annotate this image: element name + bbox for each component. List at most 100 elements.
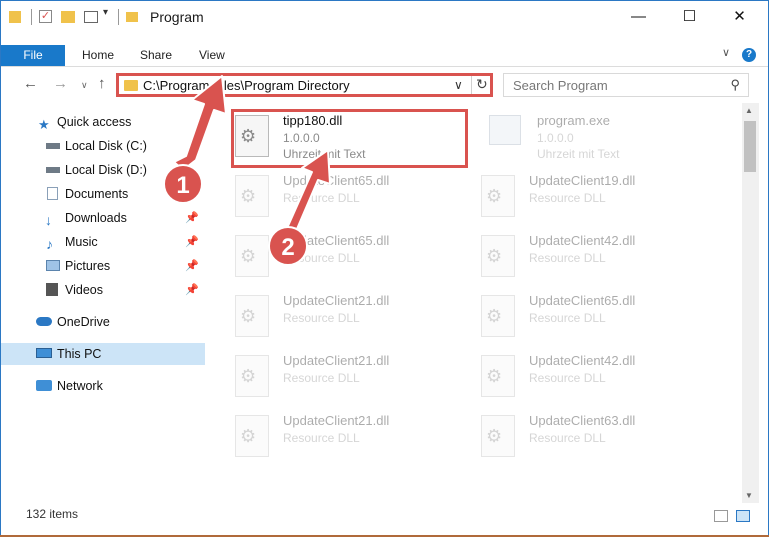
sidebar-item-this-pc[interactable]: This PC bbox=[1, 343, 205, 365]
picture-icon bbox=[46, 260, 60, 271]
file-version: 1.0.0.0 bbox=[283, 131, 320, 145]
file-description: Resource DLL bbox=[529, 431, 606, 445]
navigation-pane: ★ Quick access Local Disk (C:) Local Dis… bbox=[1, 103, 207, 503]
scroll-up-icon[interactable]: ▲ bbox=[745, 106, 753, 115]
file-tile[interactable]: ⚙ UpdateClient19.dll Resource DLL bbox=[481, 173, 721, 231]
tab-file[interactable]: File bbox=[1, 45, 65, 66]
sidebar-item-label: Local Disk (D:) bbox=[65, 163, 147, 177]
file-tile-program-exe[interactable]: program.exe 1.0.0.0 Uhrzeit mit Text bbox=[489, 113, 729, 171]
search-placeholder: Search Program bbox=[513, 78, 608, 93]
address-path[interactable]: C:\Program Files\Program Directory bbox=[143, 78, 350, 93]
new-folder-icon[interactable] bbox=[61, 11, 75, 23]
separator bbox=[118, 9, 119, 25]
dll-file-icon: ⚙ bbox=[235, 175, 269, 217]
properties-icon[interactable]: ✓ bbox=[39, 10, 52, 23]
file-name: UpdateClient65.dll bbox=[529, 293, 636, 308]
scrollbar-thumb[interactable] bbox=[744, 121, 756, 172]
chevron-down-icon[interactable]: ∨ bbox=[454, 78, 463, 92]
file-name: tipp180.dll bbox=[283, 113, 343, 128]
file-tile[interactable]: ⚙ UpdateClient65.dll Resource DLL bbox=[235, 173, 475, 231]
maximize-button[interactable]: ☐ bbox=[667, 1, 712, 32]
tab-view[interactable]: View bbox=[199, 45, 225, 66]
recent-chevron-icon[interactable]: ∨ bbox=[81, 80, 88, 91]
minimize-button[interactable]: — bbox=[616, 1, 661, 32]
sidebar-item-label: OneDrive bbox=[57, 315, 110, 329]
dll-file-icon: ⚙ bbox=[481, 415, 515, 457]
file-tile[interactable]: ⚙ UpdateClient63.dll Resource DLL bbox=[481, 413, 721, 471]
help-icon[interactable]: ? bbox=[742, 48, 756, 62]
sidebar-item-label: Downloads bbox=[65, 211, 127, 225]
file-description: Resource DLL bbox=[529, 251, 606, 265]
file-description: Resource DLL bbox=[283, 431, 360, 445]
file-description: Resource DLL bbox=[529, 371, 606, 385]
file-description: Resource DLL bbox=[283, 191, 360, 205]
sidebar-item-pictures[interactable]: Pictures 📌 bbox=[1, 255, 205, 277]
dll-file-icon: ⚙ bbox=[235, 115, 269, 157]
back-arrow-icon[interactable]: ← bbox=[23, 75, 38, 92]
star-icon: ★ bbox=[38, 117, 50, 132]
file-tile[interactable]: ⚙ UpdateClient65.dll Resource DLL bbox=[481, 293, 721, 351]
file-tile[interactable]: ⚙ UpdateClient21.dll Resource DLL bbox=[235, 293, 475, 351]
tiles-view-icon[interactable] bbox=[736, 510, 750, 522]
up-arrow-icon[interactable]: ↑ bbox=[98, 75, 106, 92]
details-view-icon[interactable] bbox=[714, 510, 728, 522]
sidebar-item-label: Quick access bbox=[57, 115, 132, 129]
sidebar-item-label: This PC bbox=[57, 347, 102, 361]
network-icon bbox=[36, 380, 52, 391]
dll-file-icon: ⚙ bbox=[481, 235, 515, 277]
pin-icon[interactable]: 📌 bbox=[185, 279, 199, 301]
expand-ribbon-icon[interactable]: ∨ bbox=[722, 46, 730, 59]
file-name: UpdateClient42.dll bbox=[529, 233, 636, 248]
file-tile-tipp180-dll[interactable]: ⚙ tipp180.dll 1.0.0.0 Uhrzeit mit Text bbox=[235, 113, 475, 171]
explorer-window: ✓ ▾ Program — ☐ ✕ File Home Share View ∨… bbox=[0, 0, 769, 537]
dll-file-icon: ⚙ bbox=[235, 415, 269, 457]
download-icon: ↓ bbox=[45, 212, 52, 228]
dll-file-icon: ⚙ bbox=[235, 355, 269, 397]
chevron-down-icon[interactable]: ▾ bbox=[103, 7, 108, 23]
sidebar-item-network[interactable]: Network bbox=[1, 375, 205, 397]
cloud-icon bbox=[36, 317, 52, 326]
tab-home[interactable]: Home bbox=[82, 45, 114, 66]
file-tile[interactable]: ⚙ UpdateClient42.dll Resource DLL bbox=[481, 353, 721, 411]
sidebar-item-label: Local Disk (C:) bbox=[65, 139, 147, 153]
scroll-down-icon[interactable]: ▼ bbox=[745, 491, 753, 500]
search-input[interactable]: Search Program ⚲ bbox=[503, 73, 749, 97]
folder-icon bbox=[126, 12, 138, 22]
film-icon bbox=[46, 283, 58, 296]
dll-file-icon: ⚙ bbox=[481, 295, 515, 337]
pin-icon[interactable]: 📌 bbox=[185, 231, 199, 253]
address-bar[interactable]: C:\Program Files\Program Directory ∨ ↻ bbox=[116, 73, 493, 97]
dll-file-icon: ⚙ bbox=[235, 295, 269, 337]
folder-icon bbox=[9, 11, 21, 23]
sidebar-item-label: Documents bbox=[65, 187, 129, 201]
file-tile[interactable]: ⚙ UpdateClient21.dll Resource DLL bbox=[235, 353, 475, 411]
sidebar-item-quick-access[interactable]: ★ Quick access bbox=[1, 111, 205, 133]
dll-file-icon: ⚙ bbox=[481, 175, 515, 217]
file-description: Resource DLL bbox=[283, 311, 360, 325]
pin-icon[interactable]: 📌 bbox=[185, 255, 199, 277]
sidebar-item-label: Music bbox=[65, 235, 98, 249]
close-button[interactable]: ✕ bbox=[717, 1, 762, 32]
dll-file-icon: ⚙ bbox=[481, 355, 515, 397]
sidebar-item-local-disk-c[interactable]: Local Disk (C:) bbox=[1, 135, 205, 157]
file-tile[interactable]: ⚙ UpdateClient21.dll Resource DLL bbox=[235, 413, 475, 471]
callout-2: 2 bbox=[268, 226, 308, 266]
tab-share[interactable]: Share bbox=[140, 45, 172, 66]
pin-icon[interactable]: 📌 bbox=[185, 207, 199, 229]
file-tile[interactable]: ⚙ UpdateClient42.dll Resource DLL bbox=[481, 233, 721, 291]
folder-icon bbox=[124, 80, 138, 91]
vertical-scrollbar[interactable]: ▲ ▼ bbox=[742, 103, 759, 503]
file-description: Resource DLL bbox=[529, 311, 606, 325]
sidebar-item-downloads[interactable]: ↓ Downloads 📌 bbox=[1, 207, 205, 229]
file-name: program.exe bbox=[537, 113, 610, 128]
sidebar-item-music[interactable]: ♪ Music 📌 bbox=[1, 231, 205, 253]
sidebar-item-videos[interactable]: Videos 📌 bbox=[1, 279, 205, 301]
customize-icon[interactable] bbox=[84, 11, 98, 23]
refresh-icon[interactable]: ↻ bbox=[476, 76, 488, 93]
separator bbox=[471, 76, 472, 94]
sidebar-item-onedrive[interactable]: OneDrive bbox=[1, 311, 205, 333]
forward-arrow-icon[interactable]: → bbox=[53, 75, 68, 92]
search-icon[interactable]: ⚲ bbox=[730, 77, 740, 93]
document-icon bbox=[47, 187, 58, 200]
file-name: UpdateClient21.dll bbox=[283, 293, 390, 308]
